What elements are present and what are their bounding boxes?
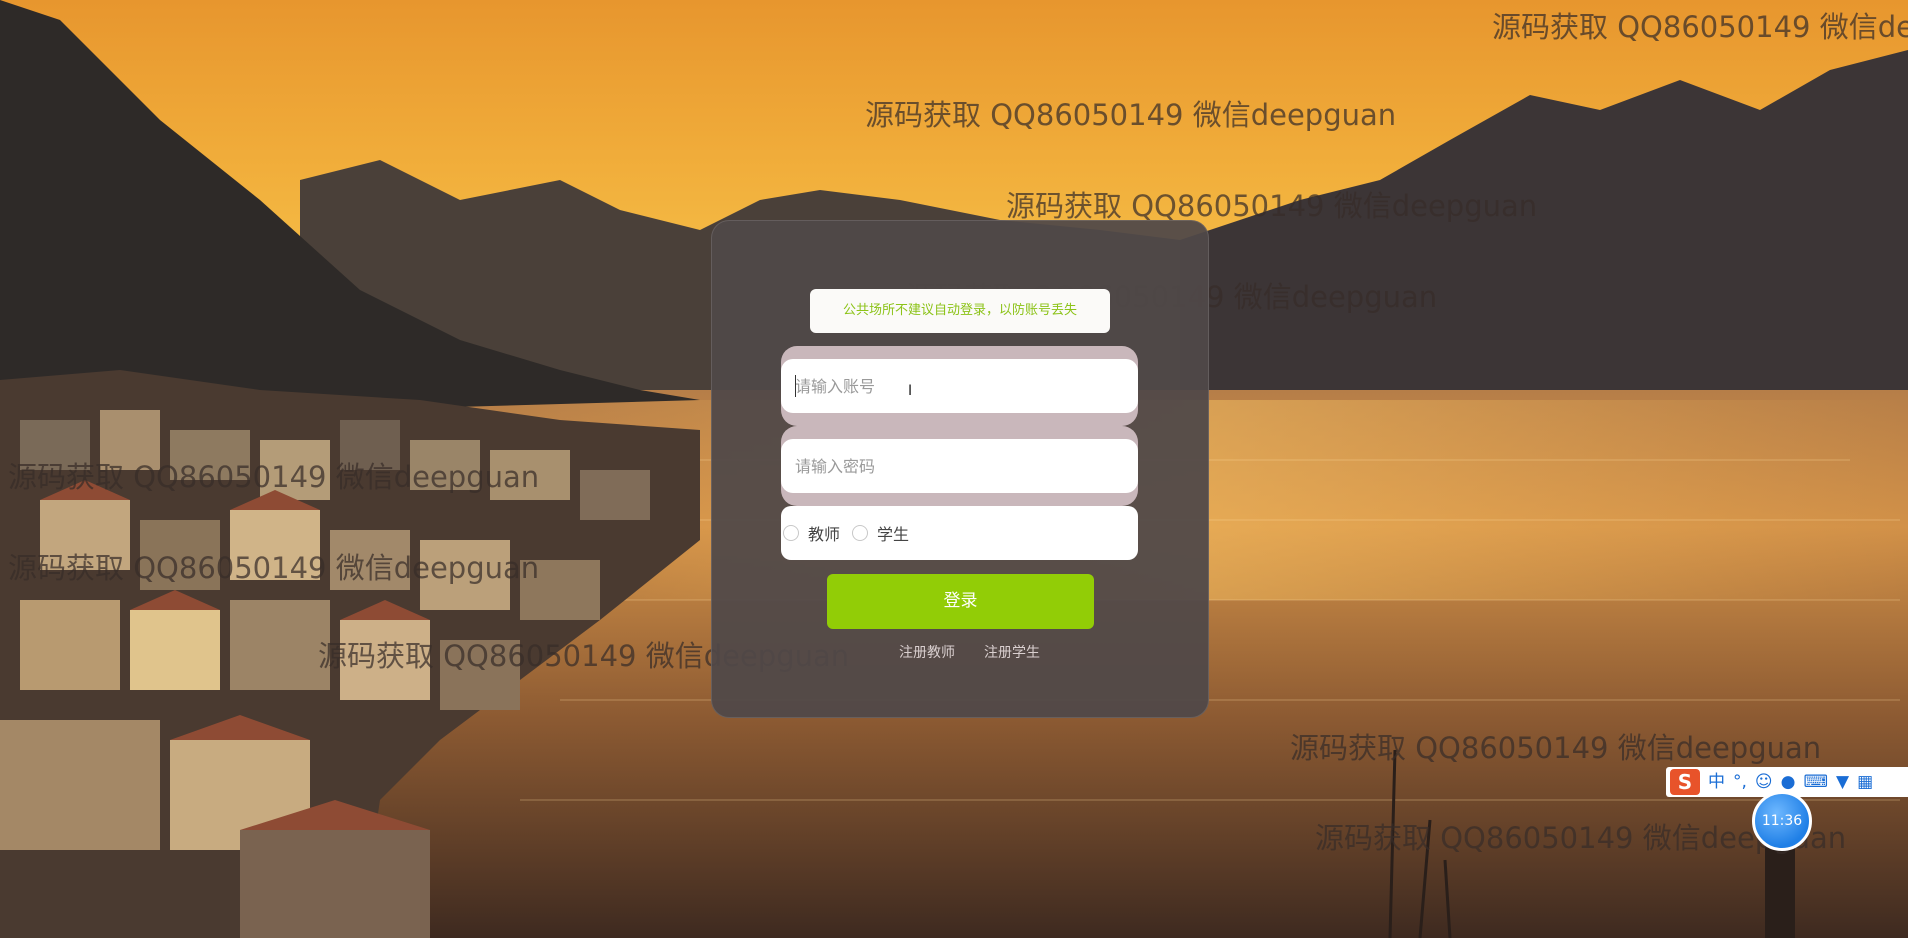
radio-icon[interactable] xyxy=(852,525,869,541)
role-selector: 教师 学生 xyxy=(781,506,1138,560)
username-field-wrapper xyxy=(781,346,1138,426)
register-student-link[interactable]: 注册学生 xyxy=(984,642,1040,662)
role-label-student: 学生 xyxy=(877,525,910,544)
ime-punctuation-button[interactable]: °, xyxy=(1733,767,1747,797)
ime-logo-icon[interactable]: S xyxy=(1670,769,1700,795)
text-caret xyxy=(795,375,796,397)
password-field-wrapper xyxy=(781,426,1138,506)
auto-login-notice: 公共场所不建议自动登录，以防账号丢失 xyxy=(810,289,1110,333)
ime-mode-button[interactable]: 中 xyxy=(1708,767,1725,797)
floating-clock[interactable]: 11:36 xyxy=(1752,791,1812,851)
register-teacher-link[interactable]: 注册教师 xyxy=(899,642,955,662)
role-option-student[interactable]: 学生 xyxy=(852,521,909,545)
keyboard-icon[interactable]: ⌨ xyxy=(1803,767,1828,797)
grid-icon[interactable]: ▦ xyxy=(1857,767,1873,797)
role-option-teacher[interactable]: 教师 xyxy=(783,521,840,545)
login-page: 源码获取 QQ86050149 微信deepguan 源码获取 QQ860501… xyxy=(0,0,1908,938)
radio-icon[interactable] xyxy=(783,525,799,541)
password-input[interactable] xyxy=(781,439,1138,493)
login-button[interactable]: 登录 xyxy=(827,574,1094,629)
username-input[interactable] xyxy=(781,359,1138,413)
ibeam-cursor-icon: Ⅰ xyxy=(908,383,913,399)
role-label-teacher: 教师 xyxy=(808,525,841,544)
shirt-icon[interactable]: ▼ xyxy=(1836,767,1849,797)
